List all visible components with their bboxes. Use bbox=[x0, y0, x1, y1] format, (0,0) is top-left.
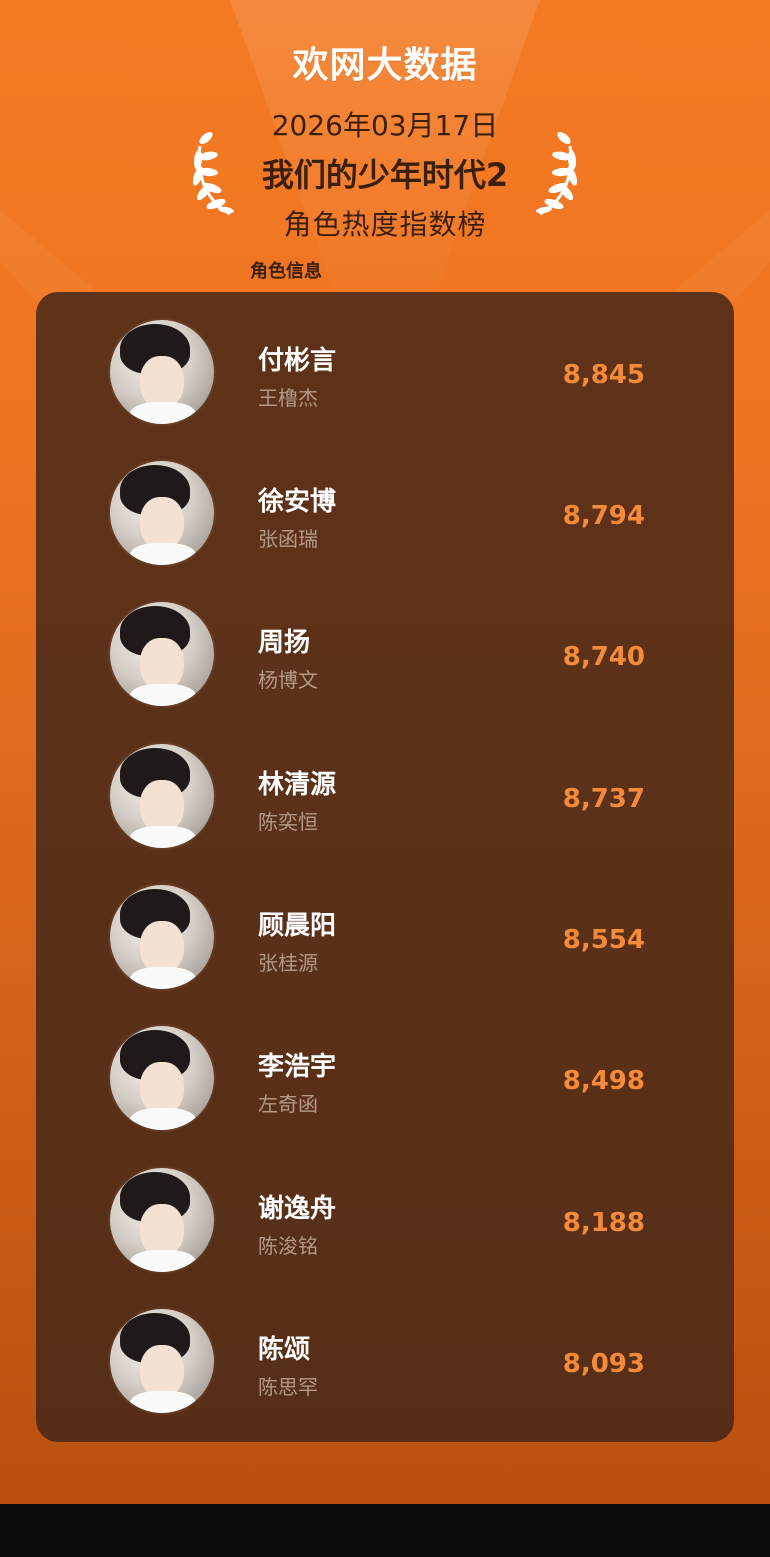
heat-score: 8,845 bbox=[562, 360, 645, 390]
heat-score: 8,554 bbox=[562, 925, 645, 955]
bottom-bar bbox=[0, 1504, 770, 1557]
list-item[interactable]: 陈颂 陈思罕 8,093 bbox=[36, 1281, 734, 1413]
avatar bbox=[110, 1026, 214, 1130]
ranking-panel: 付彬言 王橹杰 8,845 徐安博 张函瑞 8,794 周扬 杨博文 8,740… bbox=[36, 292, 734, 1442]
role-name: 徐安博 bbox=[258, 487, 337, 517]
actor-name: 张函瑞 bbox=[258, 527, 318, 551]
actor-name: 张桂源 bbox=[258, 951, 318, 975]
list-item[interactable]: 李浩宇 左奇函 8,498 bbox=[36, 998, 734, 1130]
list-item[interactable]: 徐安博 张函瑞 8,794 bbox=[36, 433, 734, 565]
column-header-role-info: 角色信息 bbox=[250, 261, 322, 282]
ranking-subtitle: 角色热度指数榜 bbox=[283, 208, 487, 241]
list-item[interactable]: 顾晨阳 张桂源 8,554 bbox=[36, 857, 734, 989]
role-name: 林清源 bbox=[258, 770, 337, 800]
actor-name: 陈浚铭 bbox=[258, 1234, 318, 1258]
list-item[interactable]: 周扬 杨博文 8,740 bbox=[36, 574, 734, 706]
list-item[interactable]: 付彬言 王橹杰 8,845 bbox=[36, 292, 734, 424]
avatar bbox=[110, 1309, 214, 1413]
role-name: 谢逸舟 bbox=[258, 1194, 337, 1224]
actor-name: 陈奕恒 bbox=[258, 810, 318, 834]
report-date: 2026年03月17日 bbox=[271, 109, 499, 142]
role-name: 付彬言 bbox=[258, 346, 337, 376]
avatar bbox=[110, 885, 214, 989]
role-name: 陈颂 bbox=[258, 1335, 311, 1365]
avatar bbox=[110, 1168, 214, 1272]
brand-logo: 欢网大数据 bbox=[292, 45, 478, 86]
ranking-poster: 欢网大数据 2026年03月17日 我们的少年时代2 角色热度指数榜 角色信息 … bbox=[0, 0, 770, 1504]
role-name: 李浩宇 bbox=[258, 1052, 337, 1082]
heat-score: 8,737 bbox=[562, 784, 645, 814]
heat-score: 8,498 bbox=[562, 1066, 645, 1096]
role-name: 顾晨阳 bbox=[258, 911, 337, 941]
role-name: 周扬 bbox=[258, 628, 311, 658]
avatar bbox=[110, 744, 214, 848]
avatar bbox=[110, 320, 214, 424]
actor-name: 杨博文 bbox=[258, 668, 318, 692]
avatar bbox=[110, 461, 214, 565]
actor-name: 王橹杰 bbox=[258, 386, 318, 410]
actor-name: 陈思罕 bbox=[258, 1375, 318, 1399]
heat-score: 8,794 bbox=[562, 501, 645, 531]
avatar bbox=[110, 602, 214, 706]
show-title: 我们的少年时代2 bbox=[261, 156, 509, 194]
heat-score: 8,740 bbox=[562, 642, 645, 672]
list-item[interactable]: 林清源 陈奕恒 8,737 bbox=[36, 716, 734, 848]
heat-score: 8,188 bbox=[562, 1208, 645, 1238]
list-item[interactable]: 谢逸舟 陈浚铭 8,188 bbox=[36, 1140, 734, 1272]
heat-score: 8,093 bbox=[562, 1349, 645, 1379]
actor-name: 左奇函 bbox=[258, 1092, 318, 1116]
